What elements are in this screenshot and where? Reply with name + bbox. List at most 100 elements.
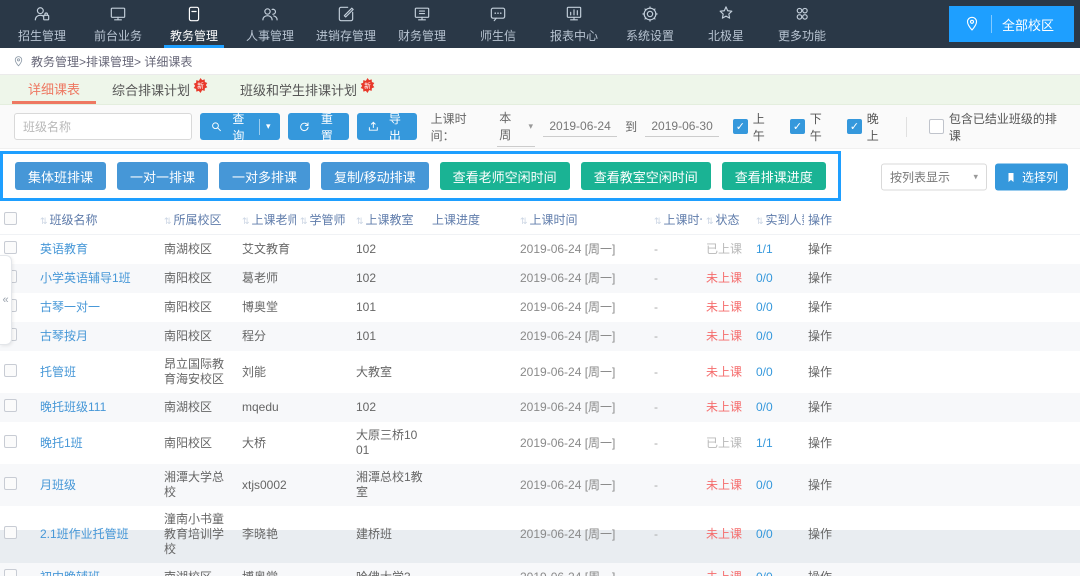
- filter-checkbox[interactable]: ✓ 下午: [790, 110, 833, 144]
- action-cell[interactable]: 操作: [804, 235, 862, 265]
- manager-cell: [296, 322, 352, 351]
- header-status[interactable]: ⇅状态: [702, 205, 752, 235]
- classroom-free-time-button[interactable]: 查看教室空闲时间: [581, 162, 711, 190]
- class-name-cell[interactable]: 月班级: [36, 464, 160, 506]
- action-cell[interactable]: 操作: [804, 464, 862, 506]
- filter-checkbox[interactable]: ✓ 包含已结业班级的排课: [929, 110, 1066, 144]
- time-cell: 2019-06-24 [周一]: [516, 506, 650, 563]
- all-campus-button[interactable]: 全部校区: [949, 6, 1074, 42]
- nav-item-messages[interactable]: 师生信: [460, 0, 536, 48]
- select-all-checkbox[interactable]: [0, 205, 36, 235]
- class-name-cell[interactable]: 托管班: [36, 351, 160, 393]
- nav-item-settings[interactable]: 系统设置: [612, 0, 688, 48]
- filter-checkbox[interactable]: ✓ 上午: [733, 110, 776, 144]
- action-cell[interactable]: 操作: [804, 563, 862, 576]
- search-icon: [210, 120, 223, 133]
- row-checkbox[interactable]: [0, 563, 36, 576]
- class-name-link[interactable]: 托管班: [40, 365, 76, 379]
- action-cell[interactable]: 操作: [804, 351, 862, 393]
- nav-item-front-desk[interactable]: 前台业务: [80, 0, 156, 48]
- class-name-link[interactable]: 英语教育: [40, 242, 88, 256]
- attendance-cell: 0/0: [752, 393, 804, 422]
- date-to-input[interactable]: 2019-06-30: [645, 116, 719, 137]
- class-name-link[interactable]: 小学英语辅导1班: [40, 271, 131, 285]
- row-action-link[interactable]: 操作: [808, 329, 832, 343]
- action-cell[interactable]: 操作: [804, 506, 862, 563]
- header-time[interactable]: ⇅上课时间: [516, 205, 650, 235]
- row-action-link[interactable]: 操作: [808, 478, 832, 492]
- one-on-one-schedule-button[interactable]: 一对一排课: [117, 162, 208, 190]
- row-action-link[interactable]: 操作: [808, 570, 832, 576]
- action-cell[interactable]: 操作: [804, 393, 862, 422]
- class-name-cell[interactable]: 晚托1班: [36, 422, 160, 464]
- class-name-link[interactable]: 2.1班作业托管班: [40, 527, 129, 541]
- one-to-many-schedule-button[interactable]: 一对多排课: [219, 162, 310, 190]
- group-class-schedule-button[interactable]: 集体班排课: [15, 162, 106, 190]
- progress-cell: [428, 293, 516, 322]
- class-name-link[interactable]: 古琴按月: [40, 329, 88, 343]
- period-select[interactable]: 本周 ▾: [497, 106, 535, 147]
- select-columns-button[interactable]: 选择列: [995, 164, 1068, 191]
- row-action-link[interactable]: 操作: [808, 527, 832, 541]
- class-name-cell[interactable]: 晚托班级111: [36, 393, 160, 422]
- copy-move-schedule-button[interactable]: 复制/移动排课: [321, 162, 429, 190]
- row-action-link[interactable]: 操作: [808, 365, 832, 379]
- header-teacher[interactable]: ⇅上课老师: [238, 205, 296, 235]
- search-button[interactable]: 查询 ▾: [200, 113, 280, 140]
- display-mode-select[interactable]: 按列表显示 ▾: [881, 164, 987, 191]
- class-name-link[interactable]: 月班级: [40, 478, 76, 492]
- row-checkbox[interactable]: [0, 506, 36, 563]
- class-name-link[interactable]: 晚托1班: [40, 436, 83, 450]
- class-name-cell[interactable]: 古琴一对一: [36, 293, 160, 322]
- tab-detailed-schedule[interactable]: 详细课表: [12, 75, 96, 104]
- class-name-link[interactable]: 古琴一对一: [40, 300, 100, 314]
- schedule-progress-button[interactable]: 查看排课进度: [722, 162, 826, 190]
- row-action-link[interactable]: 操作: [808, 300, 832, 314]
- nav-item-academic[interactable]: 教务管理: [156, 0, 232, 48]
- tab-综合排课计划[interactable]: 综合排课计划 新: [96, 75, 224, 104]
- nav-item-polaris[interactable]: 北极星: [688, 0, 764, 48]
- row-checkbox[interactable]: [0, 393, 36, 422]
- nav-item-finance[interactable]: 财务管理: [384, 0, 460, 48]
- row-checkbox[interactable]: [0, 351, 36, 393]
- header-attendance[interactable]: ⇅实到人数: [752, 205, 804, 235]
- header-duration[interactable]: ⇅上课时长: [650, 205, 702, 235]
- class-name-cell[interactable]: 英语教育: [36, 235, 160, 265]
- nav-label: 招生管理: [18, 27, 66, 44]
- nav-item-enrollment[interactable]: 招生管理: [4, 0, 80, 48]
- class-name-cell[interactable]: 初中晚辅班: [36, 563, 160, 576]
- class-name-cell[interactable]: 2.1班作业托管班: [36, 506, 160, 563]
- class-name-link[interactable]: 初中晚辅班: [40, 570, 100, 576]
- teacher-free-time-button[interactable]: 查看老师空闲时间: [440, 162, 570, 190]
- header-campus[interactable]: ⇅所属校区: [160, 205, 238, 235]
- header-class-name[interactable]: ⇅班级名称: [36, 205, 160, 235]
- nav-item-inventory[interactable]: 进销存管理: [308, 0, 384, 48]
- action-cell[interactable]: 操作: [804, 322, 862, 351]
- header-room[interactable]: ⇅上课教室: [352, 205, 428, 235]
- action-cell[interactable]: 操作: [804, 422, 862, 464]
- date-from-input[interactable]: 2019-06-24: [543, 116, 617, 137]
- sidebar-collapse-handle[interactable]: «: [0, 255, 12, 345]
- class-name-input[interactable]: [14, 113, 192, 140]
- row-action-link[interactable]: 操作: [808, 436, 832, 450]
- action-cell[interactable]: 操作: [804, 264, 862, 293]
- reset-button[interactable]: 重置: [288, 113, 348, 140]
- export-button[interactable]: 导出: [357, 113, 417, 140]
- nav-item-more[interactable]: 更多功能: [764, 0, 840, 48]
- action-cell[interactable]: 操作: [804, 293, 862, 322]
- tab-班级和学生排课计划[interactable]: 班级和学生排课计划 新: [224, 75, 391, 104]
- nav-item-reports[interactable]: 报表中心: [536, 0, 612, 48]
- nav-item-hr[interactable]: 人事管理: [232, 0, 308, 48]
- filter-checkbox[interactable]: ✓ 晚上: [847, 110, 890, 144]
- header-progress[interactable]: 上课进度: [428, 205, 516, 235]
- duration-cell: -: [650, 563, 702, 576]
- row-action-link[interactable]: 操作: [808, 271, 832, 285]
- row-action-link[interactable]: 操作: [808, 242, 832, 256]
- class-name-cell[interactable]: 小学英语辅导1班: [36, 264, 160, 293]
- row-checkbox[interactable]: [0, 422, 36, 464]
- header-manager[interactable]: ⇅学管师: [296, 205, 352, 235]
- class-name-link[interactable]: 晚托班级111: [40, 400, 106, 414]
- row-checkbox[interactable]: [0, 464, 36, 506]
- class-name-cell[interactable]: 古琴按月: [36, 322, 160, 351]
- row-action-link[interactable]: 操作: [808, 400, 832, 414]
